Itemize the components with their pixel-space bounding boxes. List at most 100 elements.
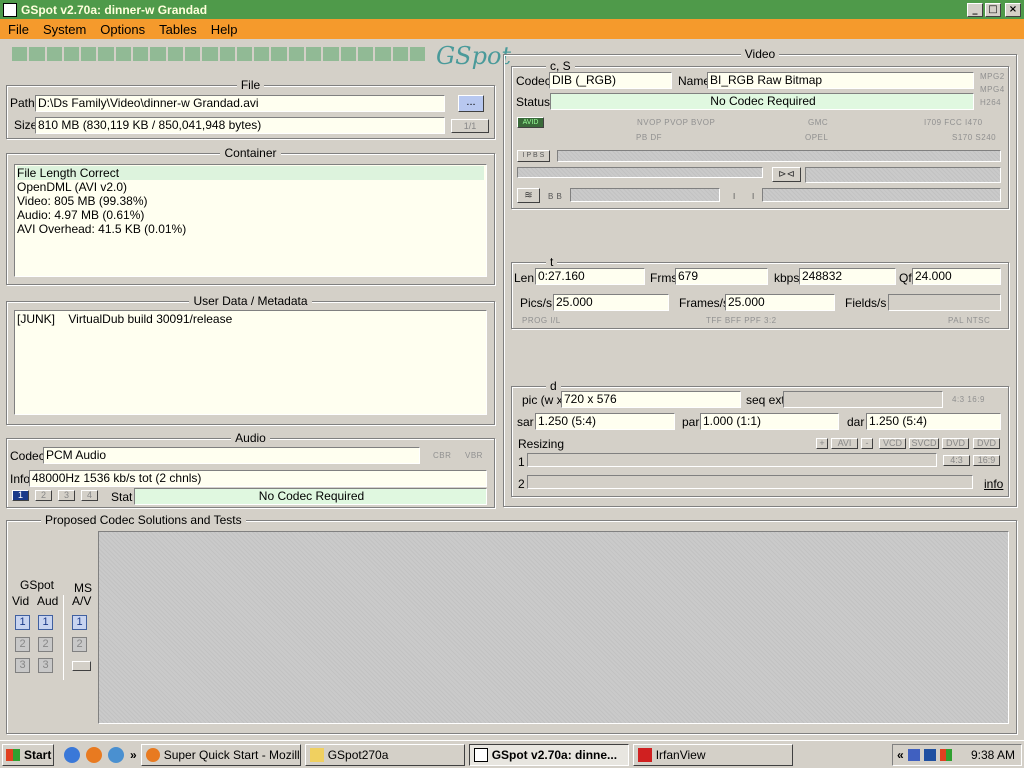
audio-stream-1[interactable]: 1 [12, 490, 29, 501]
audio-stream-2[interactable]: 2 [35, 490, 52, 501]
itu-tags: I709 FCC I470 [924, 118, 983, 127]
container-group-title: Container [220, 146, 281, 160]
resize-dvd-button[interactable]: DVD [942, 438, 969, 449]
close-button[interactable]: × [1005, 2, 1021, 17]
pics-field[interactable]: 25.000 [553, 294, 669, 311]
start-button[interactable]: Start [2, 743, 54, 766]
seq-field[interactable] [783, 391, 943, 408]
ms-test-1[interactable]: 1 [72, 615, 87, 630]
container-line: Video: 805 MB (99.38%) [17, 194, 148, 208]
frms-field[interactable]: 679 [675, 268, 768, 285]
metadata-info[interactable]: [JUNK] VirtualDub build 30091/release [14, 310, 487, 415]
gop-wave-icon[interactable]: ≋ [517, 188, 540, 203]
window-title: GSpot v2.70a: dinner-w Grandad [21, 2, 208, 17]
video-status-label: Status [516, 95, 551, 109]
prog-tags: PROG I/L [522, 316, 561, 325]
aud-test-1[interactable]: 1 [38, 615, 53, 630]
pbdf-tag: PB DF [636, 133, 663, 142]
network-icon[interactable] [907, 749, 920, 761]
gop-bar [517, 167, 763, 178]
clock: 9:38 AM [970, 748, 1015, 762]
ratio-43-button[interactable]: 4:3 [943, 455, 970, 466]
vid-test-3[interactable]: 3 [15, 658, 30, 673]
task-mozilla[interactable]: Super Quick Start - Mozill... [140, 743, 301, 766]
task-label: GSpot v2.70a: dinne... [491, 747, 618, 762]
resize-minus-button[interactable]: - [861, 438, 873, 449]
ms-test-2[interactable]: 2 [72, 637, 87, 652]
menu-help[interactable]: Help [211, 22, 238, 37]
qf-label: Qf [899, 271, 912, 285]
zonealarm-icon[interactable] [923, 749, 936, 761]
resize-row2-field[interactable] [527, 475, 973, 489]
container-info[interactable]: File Length Correct OpenDML (AVI v2.0) V… [14, 164, 487, 277]
resize-row1-field[interactable] [527, 453, 937, 467]
maximize-button[interactable]: □ [985, 2, 1001, 17]
task-irfanview[interactable]: IrfanView [632, 743, 793, 766]
h264-tag: H264 [980, 98, 1002, 107]
vbr-tag: VBR [465, 451, 483, 460]
resize-vcd-button[interactable]: VCD [879, 438, 906, 449]
irfanview-icon [637, 747, 652, 762]
qf-field[interactable]: 24.000 [912, 268, 1001, 285]
menu-options[interactable]: Options [100, 22, 145, 37]
audio-stream-3[interactable]: 3 [58, 490, 75, 501]
audio-stat-field[interactable]: No Codec Required [134, 488, 487, 505]
path-field[interactable]: D:\Ds Family\Video\dinner-w Grandad.avi [35, 95, 445, 112]
len-field[interactable]: 0:27.160 [535, 268, 645, 285]
opel-tag: OPEL [805, 133, 829, 142]
aud-test-3[interactable]: 3 [38, 658, 53, 673]
frames-field[interactable]: 25.000 [725, 294, 835, 311]
len-label: Len [514, 271, 535, 285]
task-gspot-folder[interactable]: GSpot270a [304, 743, 465, 766]
task-label: GSpot270a [327, 747, 389, 762]
browse-button[interactable]: ... [458, 95, 484, 112]
windows-flag-icon[interactable] [939, 749, 952, 761]
vop-tags: NVOP PVOP BVOP [637, 118, 716, 127]
firefox-icon[interactable] [86, 746, 102, 763]
vid-test-2[interactable]: 2 [15, 637, 30, 652]
resize-svcd-button[interactable]: SVCD [909, 438, 939, 449]
audio-codec-field[interactable]: PCM Audio [43, 447, 420, 464]
quicklaunch-overflow-icon[interactable]: » [130, 748, 137, 762]
audio-info-field[interactable]: 48000Hz 1536 kb/s tot (2 chnls) [29, 470, 487, 487]
seq-label: seq ext [746, 393, 785, 407]
video-codec-field[interactable]: DIB (_RGB) [549, 72, 672, 89]
kbps-field[interactable]: 248832 [799, 268, 896, 285]
i-marks-1: I [733, 192, 736, 201]
divider [63, 595, 64, 680]
proposed-solutions-list[interactable] [98, 531, 1009, 724]
progress-bar [12, 47, 426, 61]
info-link[interactable]: info [984, 477, 1003, 491]
audio-stream-4[interactable]: 4 [81, 490, 98, 501]
gop-arrow-icon[interactable]: ⊳⊲ [772, 167, 801, 182]
size-field[interactable]: 810 MB (830,119 KB / 850,041,948 bytes) [35, 117, 445, 134]
aspect-tags: 4:3 16:9 [952, 395, 985, 404]
task-gspot-app[interactable]: GSpot v2.70a: dinne... [468, 743, 629, 766]
metadata-group-title: User Data / Metadata [189, 294, 312, 308]
par-field[interactable]: 1.000 (1:1) [700, 413, 839, 430]
pic-field[interactable]: 720 x 576 [561, 391, 741, 408]
menu-file[interactable]: File [8, 22, 29, 37]
ms-test-blank[interactable] [72, 661, 91, 671]
video-status-field[interactable]: No Codec Required [550, 93, 974, 110]
sar-field[interactable]: 1.250 (5:4) [535, 413, 675, 430]
video-name-field[interactable]: BI_RGB Raw Bitmap [707, 72, 974, 89]
cs-title: c, S [546, 59, 575, 73]
tray-expand-icon[interactable]: « [897, 748, 904, 762]
ratio-169-button[interactable]: 16:9 [973, 455, 1000, 466]
resize-plus-button[interactable]: + [816, 438, 828, 449]
fields-field[interactable] [888, 294, 1001, 311]
ie-icon[interactable] [64, 746, 80, 763]
menu-system[interactable]: System [43, 22, 86, 37]
i-frame-bar [762, 188, 1001, 202]
aud-test-2[interactable]: 2 [38, 637, 53, 652]
resize-avi-button[interactable]: AVI [831, 438, 858, 449]
menu-tables[interactable]: Tables [159, 22, 197, 37]
vid-test-1[interactable]: 1 [15, 615, 30, 630]
page-indicator[interactable]: 1/1 [451, 119, 489, 133]
minimize-button[interactable]: _ [967, 2, 983, 17]
resize-dvd2-button[interactable]: DVD [973, 438, 1000, 449]
browser-icon[interactable] [108, 746, 124, 763]
windows-logo-icon [6, 748, 20, 761]
dar-field[interactable]: 1.250 (5:4) [866, 413, 1001, 430]
